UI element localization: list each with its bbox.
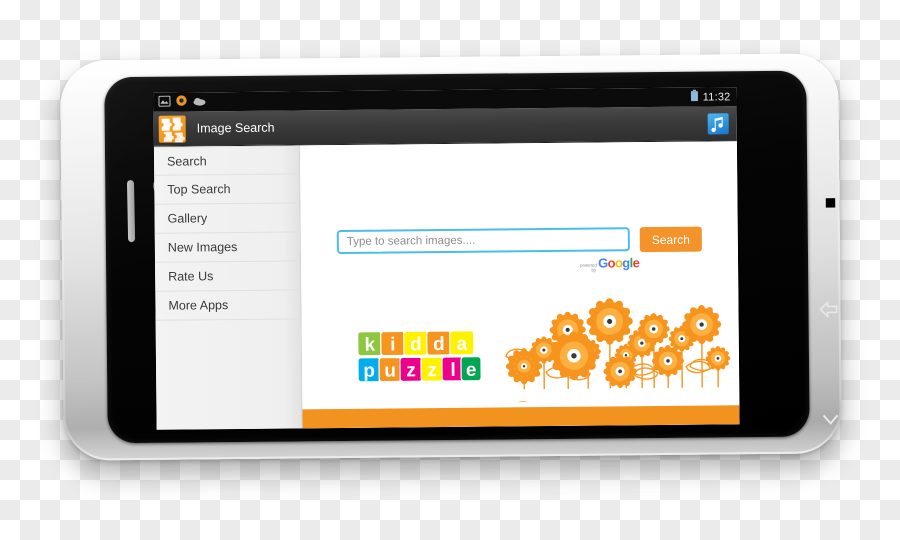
kidda-puzzle-logo: kidda puzzle (356, 329, 485, 388)
status-notification-icons (158, 93, 206, 111)
svg-text:d: d (433, 334, 445, 355)
search-button[interactable]: Search (639, 226, 702, 253)
powered-by-google-logo: powered by Google (580, 254, 639, 273)
svg-text:z: z (427, 360, 437, 381)
artwork-band: kidda puzzle (301, 292, 740, 429)
navigation-sidebar: Search Top Search Gallery New Images Rat… (153, 145, 303, 430)
svg-text:i: i (390, 334, 395, 355)
phone-screen: 11:32 Image Search Search Top Search Gal… (153, 87, 740, 430)
svg-text:p: p (363, 361, 375, 382)
status-bar-clock: 11:32 (702, 90, 731, 104)
sidebar-item-rate-us[interactable]: Rate Us (155, 261, 301, 292)
search-row: Search powered by Google (336, 226, 702, 273)
app-body: Search Top Search Gallery New Images Rat… (153, 141, 740, 430)
volume-button[interactable] (126, 180, 136, 243)
sidebar-item-label: Gallery (167, 211, 208, 226)
music-note-icon[interactable] (707, 112, 729, 134)
chevron-down-icon[interactable] (819, 411, 841, 432)
battery-icon (691, 88, 699, 106)
svg-text:d: d (410, 334, 422, 355)
svg-text:e: e (466, 360, 477, 381)
sidebar-item-new-images[interactable]: New Images (154, 232, 301, 263)
sync-notification-icon (175, 93, 187, 111)
sunflowers-illustration (501, 292, 739, 408)
sidebar-item-gallery[interactable]: Gallery (154, 203, 300, 234)
svg-text:a: a (456, 334, 467, 355)
powered-by-label: powered by (580, 262, 597, 273)
sidebar-item-label: Search (166, 153, 207, 169)
app-action-bar: Image Search (153, 106, 737, 147)
google-wordmark: Google (597, 255, 640, 271)
sidebar-item-search[interactable]: Search (153, 145, 300, 176)
sidebar-item-label: Rate Us (168, 269, 214, 284)
sidebar-item-label: New Images (167, 240, 238, 255)
main-content-area: Search powered by Google (299, 141, 740, 429)
svg-text:u: u (384, 360, 396, 381)
sidebar-item-label: More Apps (168, 298, 229, 313)
svg-text:l: l (450, 360, 455, 381)
sidebar-item-label: Top Search (167, 182, 231, 197)
status-bar-right: 11:32 (691, 88, 731, 106)
sidebar-item-top-search[interactable]: Top Search (154, 174, 300, 205)
cloud-notification-icon (192, 93, 206, 111)
svg-text:k: k (364, 335, 375, 356)
app-title: Image Search (196, 120, 275, 136)
svg-text:z: z (406, 360, 416, 381)
search-input[interactable] (336, 227, 630, 255)
sidebar-item-more-apps[interactable]: More Apps (155, 290, 301, 321)
puzzle-app-icon[interactable] (158, 114, 186, 143)
back-arrow-icon[interactable] (818, 299, 840, 324)
image-notification-icon (158, 93, 171, 111)
recent-apps-icon[interactable] (817, 190, 839, 217)
